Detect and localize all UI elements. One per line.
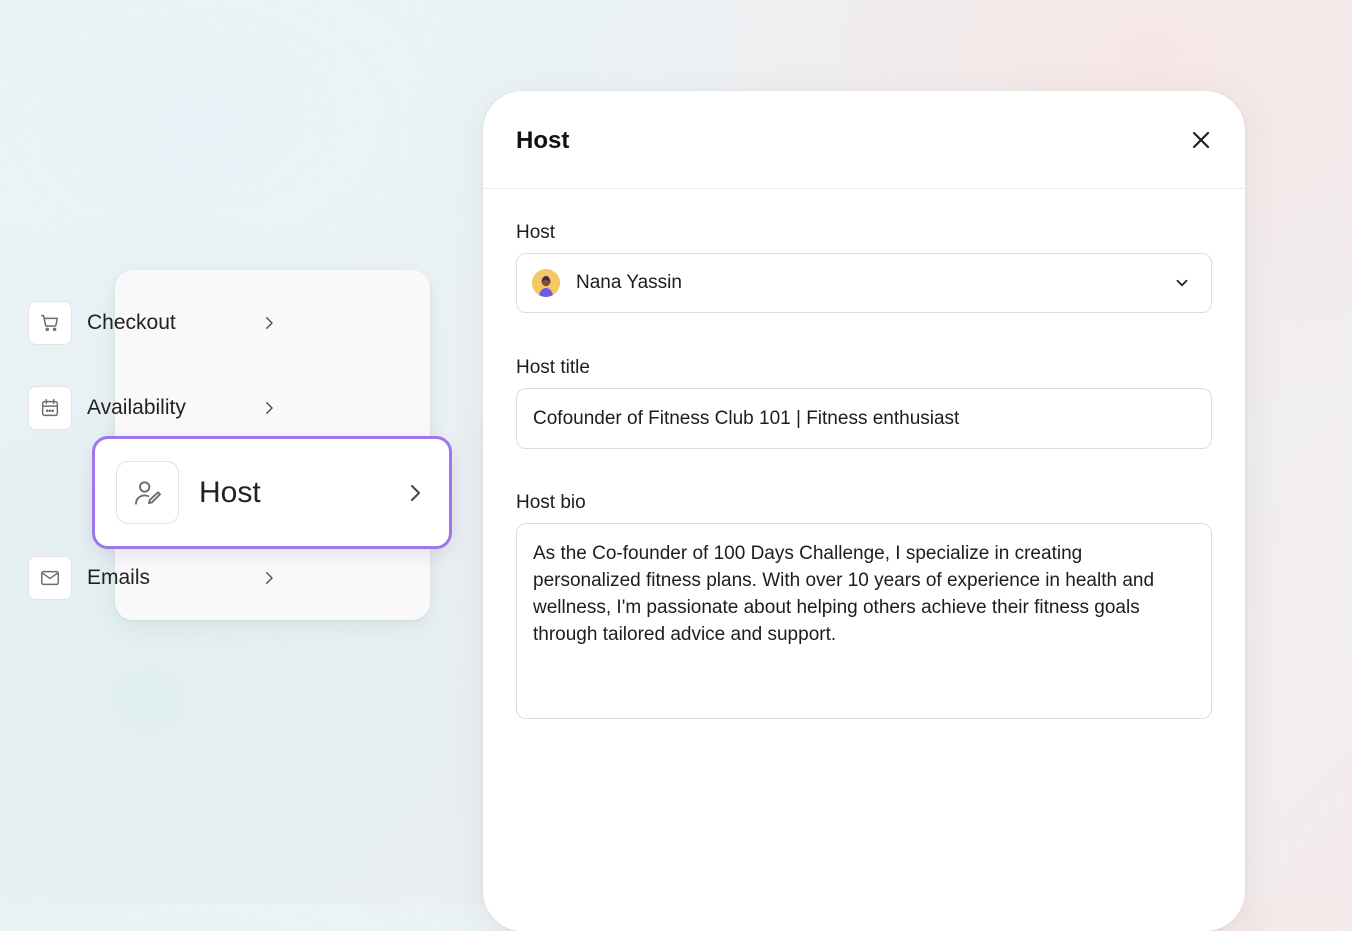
host-bio-value: As the Co-founder of 100 Days Challenge,…	[533, 543, 1155, 645]
host-title-input[interactable]: Cofounder of Fitness Club 101 | Fitness …	[516, 388, 1212, 449]
menu-item-label: Availability	[87, 396, 186, 419]
host-bio-textarea[interactable]: As the Co-founder of 100 Days Challenge,…	[516, 523, 1212, 719]
menu-item-emails[interactable]: Emails	[28, 554, 278, 602]
menu-item-availability[interactable]: Availability	[28, 384, 278, 432]
menu-item-label: Emails	[87, 566, 151, 589]
host-title-label: Host title	[516, 357, 590, 378]
cart-icon	[28, 301, 72, 345]
chevron-right-icon	[403, 481, 427, 505]
chevron-right-icon	[260, 569, 278, 587]
chevron-right-icon	[260, 399, 278, 417]
host-panel: Host Host Nana Yassin Host title Cofound…	[483, 91, 1245, 931]
panel-header: Host	[483, 91, 1245, 189]
avatar	[532, 269, 560, 297]
host-field-label: Host	[516, 222, 556, 243]
panel-title: Host	[516, 127, 570, 154]
menu-item-label: Checkout	[87, 311, 176, 334]
chevron-down-icon	[1173, 274, 1191, 292]
host-select-value: Nana Yassin	[576, 272, 682, 293]
calendar-icon	[28, 386, 72, 430]
menu-item-host[interactable]: Host	[92, 436, 452, 549]
user-edit-icon	[116, 461, 179, 524]
host-title-value: Cofounder of Fitness Club 101 | Fitness …	[533, 407, 960, 429]
menu-item-checkout[interactable]: Checkout	[28, 299, 278, 347]
host-select[interactable]: Nana Yassin	[516, 253, 1212, 313]
host-bio-label: Host bio	[516, 492, 586, 513]
mail-icon	[28, 556, 72, 600]
menu-item-label: Host	[199, 475, 261, 509]
chevron-right-icon	[260, 314, 278, 332]
close-icon[interactable]	[1189, 128, 1213, 152]
